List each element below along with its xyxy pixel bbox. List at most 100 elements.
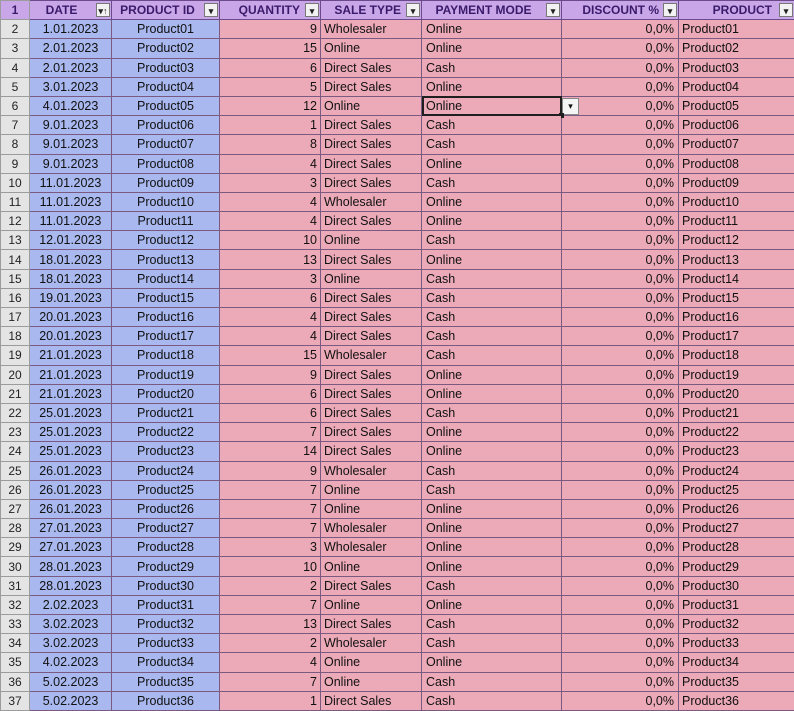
cell-discount[interactable]: 0,0% bbox=[561, 134, 679, 155]
cell-date[interactable]: 28.01.2023 bbox=[29, 575, 112, 596]
cell-payment-mode[interactable]: Online bbox=[421, 441, 562, 462]
cell-discount[interactable]: 0,0% bbox=[561, 326, 679, 347]
cell-payment-mode[interactable]: Online bbox=[421, 498, 562, 520]
cell-product[interactable]: Product34 bbox=[678, 652, 794, 673]
cell-date[interactable]: 21.01.2023 bbox=[29, 364, 112, 385]
cell-product[interactable]: Product13 bbox=[678, 249, 794, 270]
row-number[interactable]: 34 bbox=[0, 633, 30, 654]
cell-quantity[interactable]: 6 bbox=[219, 383, 321, 404]
row-number[interactable]: 26 bbox=[0, 479, 30, 500]
cell-sale-type[interactable]: Wholesaler bbox=[320, 518, 422, 539]
cell-quantity[interactable]: 7 bbox=[219, 498, 321, 520]
cell-sale-type[interactable]: Online bbox=[320, 556, 422, 577]
cell-quantity[interactable]: 15 bbox=[219, 38, 321, 59]
cell-quantity[interactable]: 9 bbox=[219, 19, 321, 40]
sort-ascending-filter-icon[interactable]: ▾↑ bbox=[96, 3, 110, 17]
cell-payment-mode[interactable]: Online ▾ bbox=[421, 95, 579, 119]
cell-quantity[interactable]: 12 bbox=[219, 95, 321, 117]
cell-discount[interactable]: 0,0% bbox=[561, 460, 679, 481]
cell-quantity[interactable]: 14 bbox=[219, 441, 321, 462]
cell-product[interactable]: Product32 bbox=[678, 613, 794, 635]
cell-quantity[interactable]: 8 bbox=[219, 134, 321, 155]
cell-product[interactable]: Product35 bbox=[678, 671, 794, 692]
row-number[interactable]: 21 bbox=[0, 383, 30, 404]
cell-discount[interactable]: 0,0% bbox=[561, 249, 679, 270]
cell-sale-type[interactable]: Direct Sales bbox=[320, 306, 422, 328]
cell-sale-type[interactable]: Online bbox=[320, 479, 422, 500]
row-number[interactable]: 35 bbox=[0, 652, 30, 673]
cell-quantity[interactable]: 6 bbox=[219, 402, 321, 424]
cell-sale-type[interactable]: Direct Sales bbox=[320, 153, 422, 174]
cell-product-id[interactable]: Product15 bbox=[111, 287, 220, 309]
row-number[interactable]: 16 bbox=[0, 287, 30, 309]
cell-quantity[interactable]: 3 bbox=[219, 537, 321, 558]
cell-quantity[interactable]: 4 bbox=[219, 153, 321, 174]
cell-discount[interactable]: 0,0% bbox=[561, 57, 679, 78]
cell-quantity[interactable]: 13 bbox=[219, 249, 321, 270]
cell-product-id[interactable]: Product08 bbox=[111, 153, 220, 174]
cell-product[interactable]: Product33 bbox=[678, 633, 794, 654]
cell-product[interactable]: Product36 bbox=[678, 690, 794, 711]
row-number[interactable]: 29 bbox=[0, 537, 30, 558]
cell-sale-type[interactable]: Direct Sales bbox=[320, 613, 422, 635]
cell-quantity[interactable]: 3 bbox=[219, 268, 321, 289]
cell-sale-type[interactable]: Online bbox=[320, 95, 422, 117]
cell-payment-mode[interactable]: Online bbox=[421, 211, 562, 232]
cell-date[interactable]: 25.01.2023 bbox=[29, 441, 112, 462]
cell-product[interactable]: Product21 bbox=[678, 402, 794, 424]
cell-date[interactable]: 3.02.2023 bbox=[29, 633, 112, 654]
cell-product[interactable]: Product18 bbox=[678, 345, 794, 366]
cell-payment-mode[interactable]: Cash bbox=[421, 134, 562, 155]
cell-product-id[interactable]: Product22 bbox=[111, 422, 220, 443]
cell-product-id[interactable]: Product34 bbox=[111, 652, 220, 673]
cell-date[interactable]: 20.01.2023 bbox=[29, 326, 112, 347]
cell-product[interactable]: Product16 bbox=[678, 306, 794, 328]
cell-discount[interactable]: 0,0% bbox=[561, 287, 679, 309]
cell-product[interactable]: Product23 bbox=[678, 441, 794, 462]
cell-quantity[interactable]: 1 bbox=[219, 115, 321, 136]
row-number[interactable]: 30 bbox=[0, 556, 30, 577]
cell-discount[interactable]: 0,0% bbox=[561, 690, 679, 711]
cell-payment-mode[interactable]: Online bbox=[421, 76, 562, 97]
cell-discount[interactable]: 0,0% bbox=[561, 402, 679, 424]
cell-quantity[interactable]: 7 bbox=[219, 422, 321, 443]
cell-discount[interactable]: 0,0% bbox=[561, 575, 679, 596]
row-number[interactable]: 31 bbox=[0, 575, 30, 596]
row-number[interactable]: 28 bbox=[0, 518, 30, 539]
cell-quantity[interactable]: 5 bbox=[219, 76, 321, 97]
cell-discount[interactable]: 0,0% bbox=[561, 268, 679, 289]
cell-sale-type[interactable]: Online bbox=[320, 498, 422, 520]
cell-discount[interactable]: 0,0% bbox=[561, 594, 679, 616]
cell-discount[interactable]: 0,0% bbox=[561, 95, 679, 117]
cell-product[interactable]: Product11 bbox=[678, 211, 794, 232]
cell-date[interactable]: 11.01.2023 bbox=[29, 211, 112, 232]
cell-payment-mode[interactable]: Cash bbox=[421, 268, 562, 289]
cell-sale-type[interactable]: Direct Sales bbox=[320, 575, 422, 596]
cell-sale-type[interactable]: Online bbox=[320, 594, 422, 616]
cell-product-id[interactable]: Product07 bbox=[111, 134, 220, 155]
cell-payment-mode[interactable]: Online bbox=[421, 383, 562, 404]
cell-product-id[interactable]: Product21 bbox=[111, 402, 220, 424]
cell-payment-mode[interactable]: Online bbox=[421, 422, 562, 443]
row-number[interactable]: 4 bbox=[0, 57, 30, 78]
cell-product[interactable]: Product25 bbox=[678, 479, 794, 500]
cell-product[interactable]: Product30 bbox=[678, 575, 794, 596]
cell-product-id[interactable]: Product25 bbox=[111, 479, 220, 500]
cell-discount[interactable]: 0,0% bbox=[561, 306, 679, 328]
row-number[interactable]: 24 bbox=[0, 441, 30, 462]
cell-quantity[interactable]: 7 bbox=[219, 594, 321, 616]
cell-payment-mode[interactable]: Cash bbox=[421, 613, 562, 635]
cell-sale-type[interactable]: Online bbox=[320, 230, 422, 251]
row-number[interactable]: 37 bbox=[0, 690, 30, 711]
cell-date[interactable]: 18.01.2023 bbox=[29, 268, 112, 289]
cell-discount[interactable]: 0,0% bbox=[561, 518, 679, 539]
row-number[interactable]: 19 bbox=[0, 345, 30, 366]
cell-payment-mode[interactable]: Cash bbox=[421, 690, 562, 711]
cell-payment-mode[interactable]: Cash bbox=[421, 633, 562, 654]
cell-sale-type[interactable]: Direct Sales bbox=[320, 115, 422, 136]
cell-product-id[interactable]: Product35 bbox=[111, 671, 220, 692]
cell-product-id[interactable]: Product18 bbox=[111, 345, 220, 366]
row-number[interactable]: 8 bbox=[0, 134, 30, 155]
cell-discount[interactable]: 0,0% bbox=[561, 38, 679, 59]
row-number[interactable]: 10 bbox=[0, 172, 30, 193]
